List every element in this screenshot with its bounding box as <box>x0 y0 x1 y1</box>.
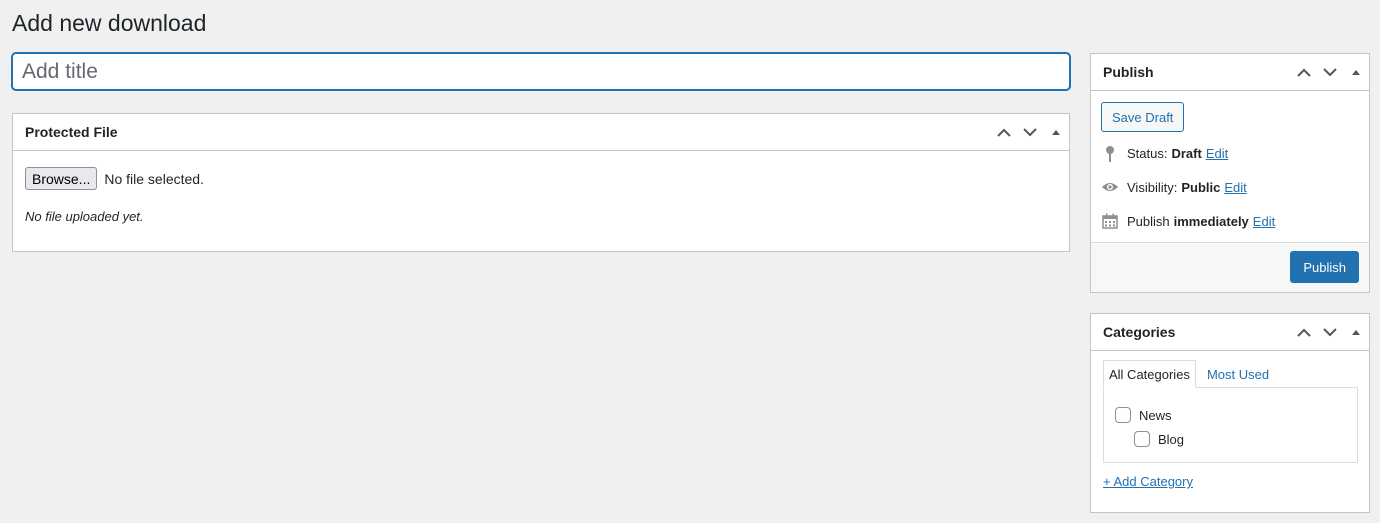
visibility-value: Public <box>1181 179 1221 195</box>
schedule-label: Publish <box>1127 213 1170 229</box>
toggle-panel-button[interactable] <box>1043 114 1069 150</box>
blog-checkbox[interactable] <box>1134 431 1150 447</box>
publish-button[interactable]: Publish <box>1290 251 1359 283</box>
protected-file-handles <box>991 114 1069 150</box>
publish-actions: Publish <box>1091 242 1369 292</box>
category-label: News <box>1139 407 1172 423</box>
browse-button[interactable]: Browse... <box>25 167 98 190</box>
calendar-icon <box>1101 212 1119 230</box>
add-category-link[interactable]: + Add Category <box>1103 474 1193 489</box>
no-file-note: No file uploaded yet. <box>25 209 144 224</box>
category-item-news: News <box>1115 407 1172 423</box>
edit-schedule-link[interactable]: Edit <box>1253 214 1275 229</box>
publish-handles <box>1291 54 1369 90</box>
toggle-panel-button[interactable] <box>1343 314 1369 350</box>
move-down-button[interactable] <box>1317 314 1343 350</box>
move-up-button[interactable] <box>991 114 1017 150</box>
categories-header: Categories <box>1091 314 1369 351</box>
publish-title: Publish <box>1103 64 1154 80</box>
triangle-toggle-icon <box>1352 69 1360 75</box>
category-list: News Blog <box>1103 387 1358 463</box>
move-up-button[interactable] <box>1291 314 1317 350</box>
chevron-up-icon <box>1297 68 1311 77</box>
category-tabs: All Categories Most Used <box>1103 360 1274 388</box>
tab-most-used[interactable]: Most Used <box>1202 360 1274 388</box>
category-label: Blog <box>1158 431 1185 447</box>
schedule-value: immediately <box>1173 213 1249 229</box>
title-input[interactable] <box>12 53 1070 90</box>
eye-icon <box>1101 178 1119 196</box>
chevron-up-icon <box>1297 328 1311 337</box>
visibility-row: Visibility: Public Edit <box>1101 178 1247 196</box>
edit-visibility-link[interactable]: Edit <box>1224 180 1246 195</box>
publish-box: Publish Save Draft Status: Draft Edit Vi… <box>1090 53 1370 293</box>
news-checkbox[interactable] <box>1115 407 1131 423</box>
triangle-toggle-icon <box>1352 329 1360 335</box>
chevron-down-icon <box>1323 67 1337 76</box>
protected-file-title: Protected File <box>25 124 118 140</box>
categories-box: Categories All Categories Most Used News… <box>1090 313 1370 513</box>
protected-file-box: Protected File Browse... No file selecte… <box>12 113 1070 252</box>
save-draft-button[interactable]: Save Draft <box>1101 102 1185 132</box>
chevron-up-icon <box>997 128 1011 137</box>
schedule-row: Publish immediately Edit <box>1101 212 1275 230</box>
chevron-down-icon <box>1323 327 1337 336</box>
status-row: Status: Draft Edit <box>1101 144 1228 162</box>
tab-all-categories[interactable]: All Categories <box>1103 360 1196 388</box>
move-down-button[interactable] <box>1317 54 1343 90</box>
triangle-toggle-icon <box>1052 129 1060 135</box>
edit-status-link[interactable]: Edit <box>1206 146 1228 161</box>
pin-icon <box>1101 144 1119 162</box>
chevron-down-icon <box>1023 127 1037 136</box>
file-status-text: No file selected. <box>104 170 204 187</box>
status-value: Draft <box>1171 145 1202 161</box>
category-item-blog: Blog <box>1134 431 1184 447</box>
move-down-button[interactable] <box>1017 114 1043 150</box>
categories-handles <box>1291 314 1369 350</box>
categories-title: Categories <box>1103 324 1176 340</box>
status-label: Status: <box>1127 145 1168 161</box>
toggle-panel-button[interactable] <box>1343 54 1369 90</box>
move-up-button[interactable] <box>1291 54 1317 90</box>
visibility-label: Visibility: <box>1127 179 1178 195</box>
page-title: Add new download <box>12 10 207 36</box>
protected-file-header: Protected File <box>13 114 1069 151</box>
file-input-row: Browse... No file selected. <box>25 167 204 190</box>
publish-header: Publish <box>1091 54 1369 91</box>
